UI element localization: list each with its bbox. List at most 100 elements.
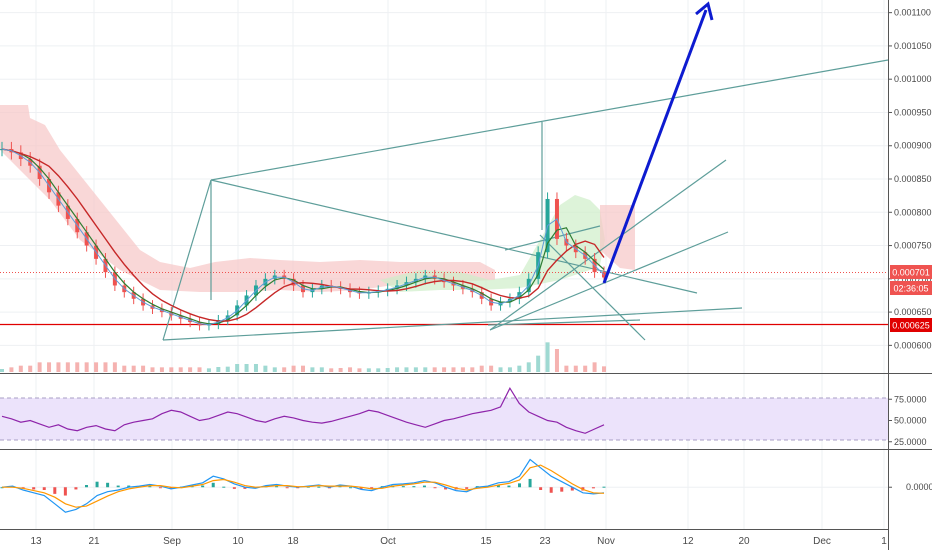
volume-bar <box>282 367 287 372</box>
volume-bar <box>338 368 343 372</box>
volume-bar <box>169 367 174 372</box>
price-tick-label: 0.000800 <box>894 207 932 217</box>
macd-histogram-bar <box>539 487 543 490</box>
volume-bar <box>517 365 522 372</box>
volume-bar <box>442 367 447 372</box>
rsi-band <box>0 398 888 440</box>
macd-panel[interactable] <box>0 451 888 529</box>
time-tick-label: 10 <box>232 536 244 547</box>
macd-histogram-bar <box>317 486 321 488</box>
volume-bar <box>75 362 80 372</box>
price-tick-label: 0.001050 <box>894 41 932 51</box>
price-panel[interactable] <box>0 0 888 372</box>
volume-bar <box>536 355 541 372</box>
volume-bar <box>272 367 277 372</box>
volume-bar <box>56 362 61 372</box>
macd-histogram-bar <box>42 487 46 490</box>
volume-bar <box>225 366 230 372</box>
price-tick-label: 0.000650 <box>894 307 932 317</box>
price-tick-label: 0.000600 <box>894 340 932 350</box>
rsi-tick-label: 25.0000 <box>894 437 927 447</box>
volume-bar <box>159 367 164 372</box>
macd-histogram-bar <box>285 487 289 489</box>
time-tick-label: 1 <box>881 536 887 547</box>
volume-bar <box>310 367 315 372</box>
volume-bar <box>489 365 494 372</box>
volume-bar <box>122 365 127 372</box>
volume-bar <box>112 362 117 372</box>
macd-histogram-bar <box>528 478 532 488</box>
price-tick-label: 0.000900 <box>894 141 932 151</box>
volume-bar <box>423 367 428 372</box>
macd-histogram-bar <box>116 485 120 488</box>
volume-bar <box>366 368 371 372</box>
volume-bar <box>376 368 381 372</box>
time-tick-label: Oct <box>380 536 396 547</box>
volume-bar <box>9 367 14 372</box>
macd-histogram-bar <box>349 487 353 489</box>
macd-histogram-bar <box>465 487 469 489</box>
volume-bar <box>188 367 193 372</box>
macd-histogram-bar <box>422 485 426 488</box>
time-tick-label: 23 <box>539 536 551 547</box>
macd-histogram-bar <box>158 487 162 489</box>
volume-bar <box>526 362 531 372</box>
macd-histogram-bar <box>74 487 78 490</box>
volume-bar <box>0 369 4 372</box>
macd-histogram-bar <box>211 482 215 488</box>
rsi-tick-label: 75.0000 <box>894 394 927 404</box>
volume-bar <box>141 365 146 372</box>
price-tick-label: 0.000950 <box>894 107 932 117</box>
current-price-label: 0.000701 <box>892 268 930 278</box>
volume-bar <box>554 349 559 372</box>
trading-chart: 0.001100 0.001050 0.001000 0.000950 0.000900… <box>0 0 932 550</box>
volume-bar <box>178 367 183 372</box>
macd-histogram-bar <box>507 485 511 488</box>
volume-bar <box>507 367 512 372</box>
volume-bar <box>583 365 588 372</box>
volume-bar <box>498 367 503 372</box>
volume-bar <box>131 365 136 372</box>
volume-bar <box>479 365 484 372</box>
volume-bar <box>451 367 456 372</box>
macd-histogram-bar <box>32 487 36 490</box>
volume-bar <box>150 367 155 372</box>
volume-bar <box>235 364 240 372</box>
macd-histogram-bar <box>591 487 595 489</box>
macd-histogram-bar <box>201 485 205 488</box>
time-tick-label: 13 <box>30 536 42 547</box>
time-tick-label: Nov <box>597 536 615 547</box>
macd-histogram-bar <box>560 487 564 492</box>
macd-histogram-bar <box>63 487 67 496</box>
volume-bar <box>244 364 249 372</box>
volume-bar <box>65 362 70 372</box>
volume-bar <box>197 367 202 372</box>
volume-bar <box>432 367 437 372</box>
countdown-badge: 02:36:05 <box>890 281 932 295</box>
volume-bar <box>206 368 211 372</box>
macd-histogram-bar <box>106 482 110 488</box>
volume-bar <box>263 365 268 372</box>
volume-bar <box>301 365 305 372</box>
macd-histogram-bar <box>53 487 57 494</box>
volume-bar <box>253 364 258 372</box>
volume-bar <box>28 365 33 372</box>
support-price-badge: 0.000625 <box>890 318 932 332</box>
volume-bar <box>329 368 334 372</box>
rsi-tick-label: 50.0000 <box>894 416 927 426</box>
macd-histogram-bar <box>232 487 236 489</box>
volume-bar <box>103 362 108 372</box>
macd-histogram-bar <box>433 487 437 489</box>
price-tick-label: 0.000750 <box>894 241 932 251</box>
time-tick-label: 12 <box>682 536 694 547</box>
volume-bar <box>413 367 418 372</box>
time-tick-label: 21 <box>88 536 100 547</box>
macd-histogram-bar <box>549 487 553 493</box>
macd-histogram-bar <box>84 485 88 488</box>
volume-bar <box>47 362 52 372</box>
volume-bar <box>573 365 578 372</box>
time-tick-label: 15 <box>480 536 492 547</box>
macd-histogram-bar <box>95 481 99 488</box>
current-price-badge: 0.000701 <box>890 265 932 279</box>
volume-bar <box>545 342 550 372</box>
